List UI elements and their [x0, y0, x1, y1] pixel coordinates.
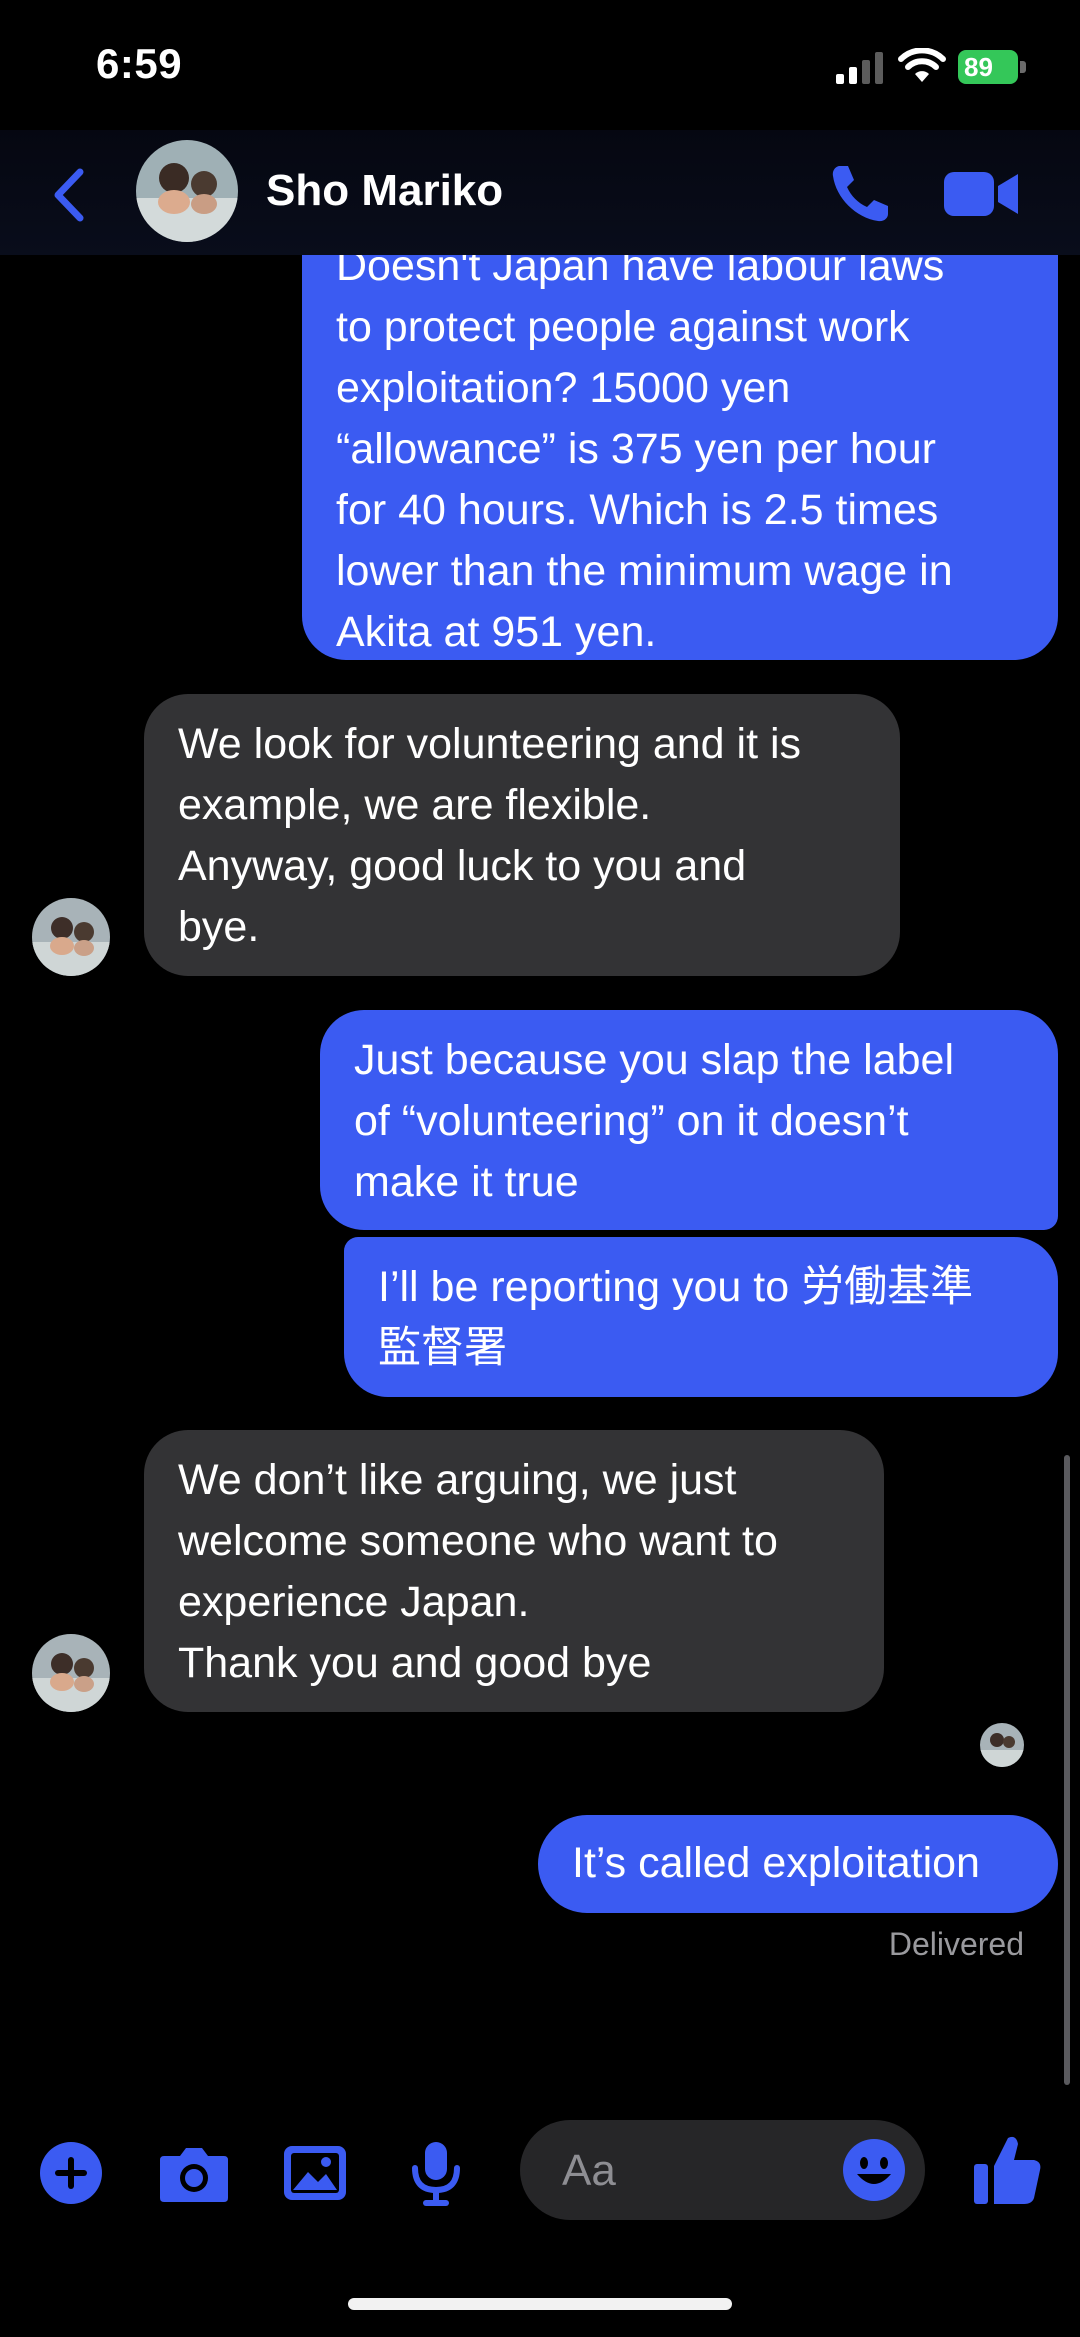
message-list[interactable]: Doesn't Japan have labour laws to protec… [0, 0, 1080, 2337]
message-bubble-outgoing[interactable]: Doesn't Japan have labour laws to protec… [302, 200, 1058, 660]
message-bubble-incoming[interactable]: We look for volunteering and it is examp… [144, 694, 900, 976]
delivery-status: Delivered [888, 1926, 1024, 1962]
phone-icon[interactable] [826, 160, 894, 228]
message-bubble-outgoing[interactable]: I’ll be reporting you to 労働基準 監督署 [344, 1237, 1058, 1397]
contact-name[interactable]: Sho Mariko [266, 166, 503, 216]
message-text: We look for volunteering and it is examp… [178, 720, 802, 951]
camera-icon[interactable] [158, 2140, 230, 2206]
message-bubble-outgoing[interactable]: It’s called exploitation [538, 1815, 1058, 1913]
emoji-icon[interactable] [842, 2138, 906, 2202]
message-text: Just because you slap the label of “volu… [354, 1036, 955, 1206]
status-time: 6:59 [96, 40, 183, 87]
contact-avatar[interactable] [136, 140, 238, 242]
plus-icon[interactable] [38, 2140, 104, 2206]
battery-indicator: 89 [958, 50, 1030, 86]
battery-tip [1020, 61, 1026, 73]
chat-header: Sho Mariko [0, 130, 1080, 255]
microphone-icon[interactable] [408, 2140, 464, 2206]
back-chevron-icon[interactable] [40, 160, 100, 230]
wifi-icon [898, 48, 946, 82]
contact-photo-icon [32, 1634, 110, 1712]
status-bar: 6:59 89 [0, 0, 1080, 130]
scrollbar[interactable] [1064, 1455, 1070, 2085]
message-text: I’ll be reporting you to 労働基準 監督署 [378, 1263, 974, 1372]
message-text: Doesn't Japan have labour laws to protec… [336, 242, 953, 656]
gallery-icon[interactable] [282, 2140, 348, 2206]
video-camera-icon[interactable] [944, 166, 1020, 222]
battery-level: 89 [958, 50, 1018, 84]
contact-photo-icon [136, 140, 238, 242]
message-composer: Aa [0, 2110, 1080, 2230]
message-bubble-incoming[interactable]: We don’t like arguing, we just welcome s… [144, 1430, 884, 1712]
contact-avatar-small[interactable] [32, 1634, 110, 1712]
cellular-signal-icon [836, 52, 883, 84]
read-receipt-avatar [980, 1723, 1024, 1767]
contact-avatar-small[interactable] [32, 898, 110, 976]
message-input[interactable]: Aa [520, 2120, 925, 2220]
message-text: We don’t like arguing, we just welcome s… [178, 1456, 778, 1687]
contact-photo-icon [980, 1723, 1024, 1767]
contact-photo-icon [32, 898, 110, 976]
thumbs-up-icon[interactable] [972, 2132, 1042, 2206]
message-text: It’s called exploitation [572, 1839, 980, 1887]
message-input-placeholder: Aa [562, 2146, 616, 2195]
message-bubble-outgoing[interactable]: Just because you slap the label of “volu… [320, 1010, 1058, 1230]
home-indicator[interactable] [348, 2298, 732, 2310]
